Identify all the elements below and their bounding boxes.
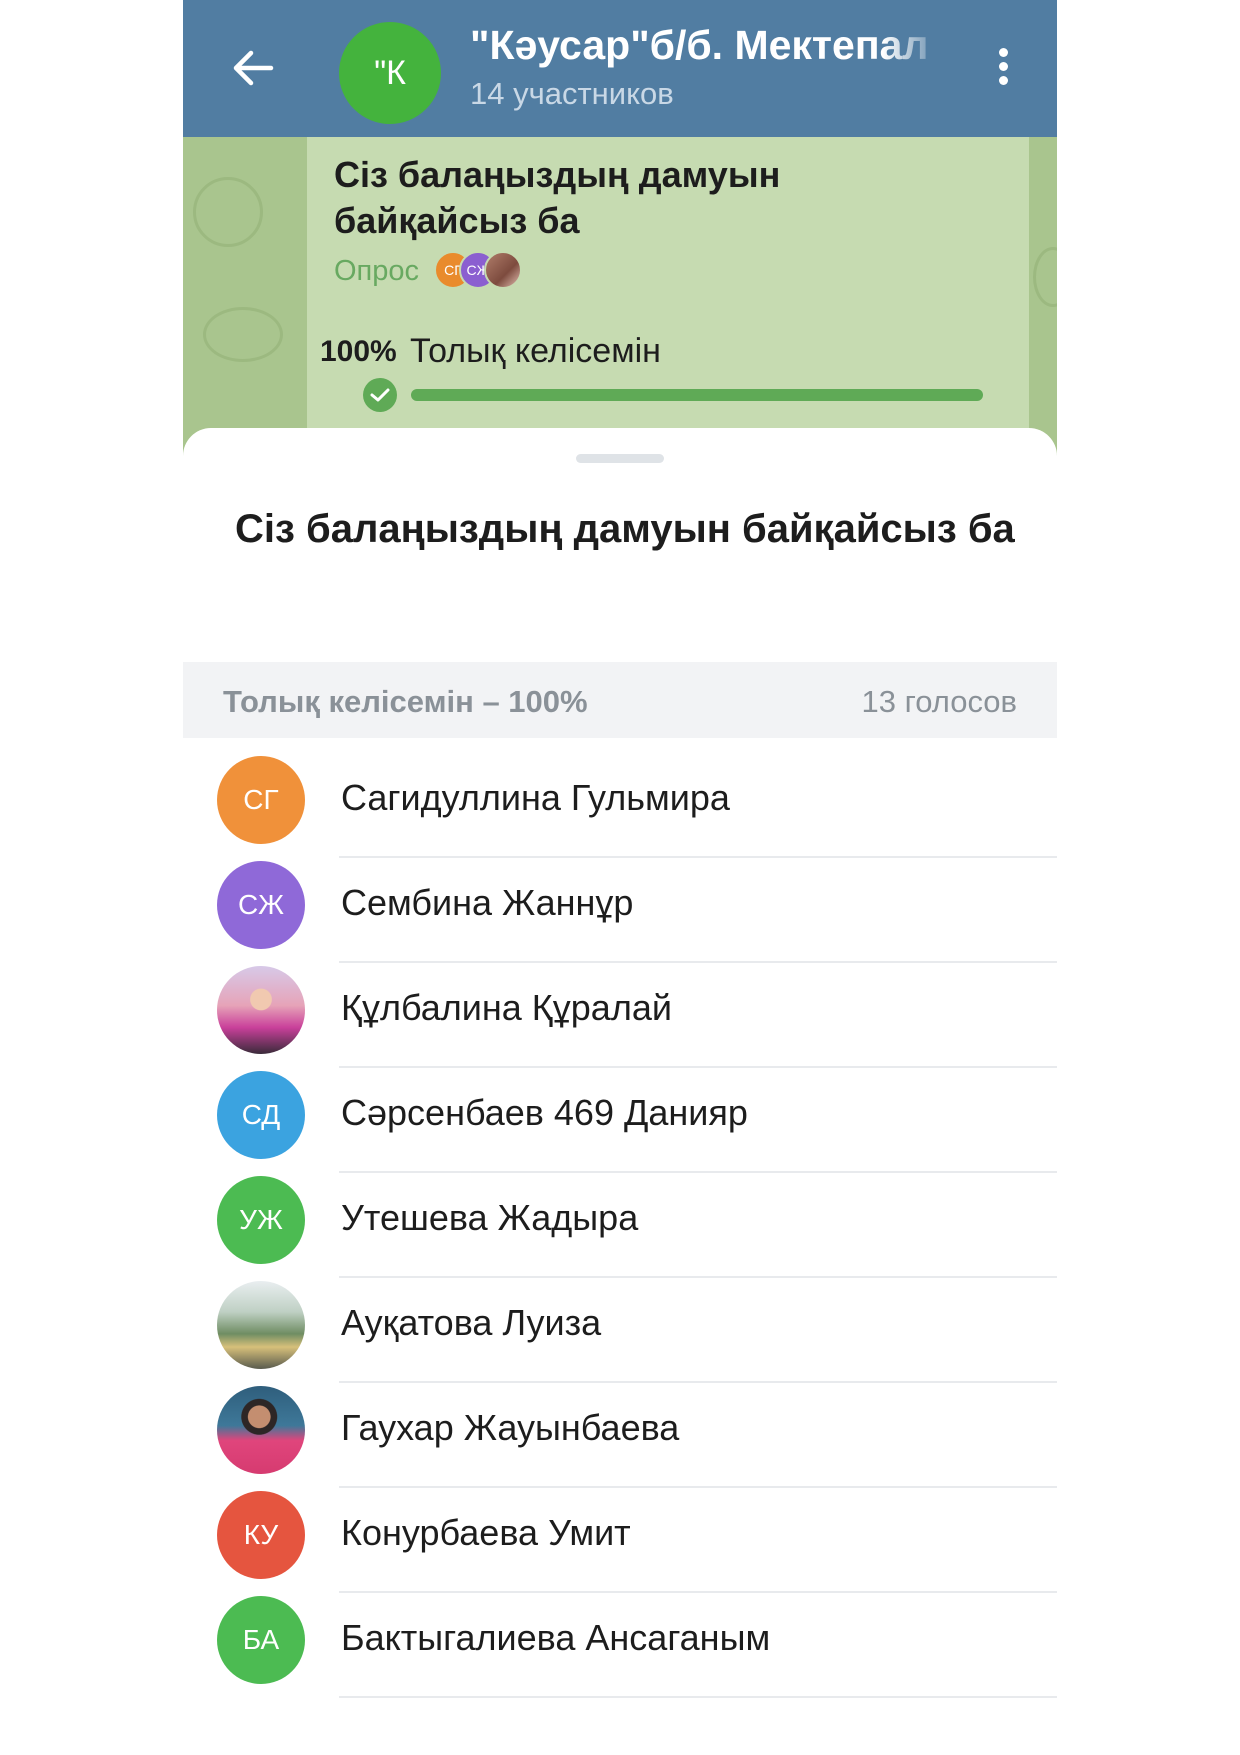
check-icon bbox=[363, 378, 397, 412]
chat-header: "К "Кәусар"б/б. Мектепал 14 участников bbox=[183, 0, 1057, 137]
avatar bbox=[217, 1281, 305, 1369]
voter-name: Сембина Жаннұр bbox=[341, 882, 634, 923]
poll-option-text: Толық келісемін bbox=[410, 332, 661, 370]
sheet-drag-handle[interactable] bbox=[576, 454, 664, 463]
voter-name: Сәрсенбаев 469 Данияр bbox=[341, 1092, 748, 1133]
option-section-header: Толық келісемін – 100% 13 голосов bbox=[183, 662, 1057, 738]
option-vote-count: 13 голосов bbox=[861, 684, 1017, 719]
row-divider bbox=[339, 1696, 1057, 1698]
arrow-left-icon bbox=[233, 50, 274, 86]
group-member-count: 14 участников bbox=[470, 76, 674, 111]
group-avatar[interactable]: "К bbox=[339, 22, 441, 124]
voter-row[interactable]: СД Сәрсенбаев 469 Данияр bbox=[183, 1055, 1057, 1173]
option-section-label: Толық келісемін – 100% bbox=[223, 684, 588, 719]
avatar: СД bbox=[217, 1071, 305, 1159]
voter-name: Құлбалина Құралай bbox=[341, 987, 672, 1028]
voter-name: Сагидуллина Гульмира bbox=[341, 777, 730, 818]
voter-name: Гаухар Жауынбаева bbox=[341, 1407, 680, 1448]
poll-option-percent: 100% bbox=[320, 335, 397, 368]
poll-message-bubble[interactable]: Сіз балаңыздың дамуын байқайсыз ба Опрос… bbox=[307, 137, 1029, 457]
poll-question: Сіз балаңыздың дамуын байқайсыз ба bbox=[334, 154, 781, 241]
avatar bbox=[217, 1386, 305, 1474]
more-menu-button[interactable] bbox=[983, 44, 1023, 94]
voter-mini-avatar-photo bbox=[484, 251, 522, 289]
voter-row[interactable]: Ауқатова Луиза bbox=[183, 1265, 1057, 1383]
voter-row[interactable]: БА Бактыгалиева Ансаганым bbox=[183, 1580, 1057, 1698]
voter-row[interactable]: СГ Сагидуллина Гульмира bbox=[183, 740, 1057, 858]
avatar: БА bbox=[217, 1596, 305, 1684]
wallpaper-doodle bbox=[1033, 247, 1057, 307]
back-button[interactable] bbox=[223, 38, 283, 98]
voter-row[interactable]: УЖ Утешева Жадыра bbox=[183, 1160, 1057, 1278]
wallpaper-doodle bbox=[203, 307, 283, 362]
chat-background: Сіз балаңыздың дамуын байқайсыз ба Опрос… bbox=[183, 137, 1057, 457]
voter-name: Конурбаева Умит bbox=[341, 1512, 631, 1553]
avatar bbox=[217, 966, 305, 1054]
phone-screen: "К "Кәусар"б/б. Мектепал 14 участников С… bbox=[183, 0, 1057, 1755]
voter-row[interactable]: КУ Конурбаева Умит bbox=[183, 1475, 1057, 1593]
poll-results-sheet: Сіз балаңыздың дамуын байқайсыз ба Толық… bbox=[183, 428, 1057, 1755]
voter-name: Утешева Жадыра bbox=[341, 1197, 639, 1238]
sheet-title: Сіз балаңыздың дамуын байқайсыз ба bbox=[235, 507, 1015, 551]
poll-option-bar bbox=[411, 389, 983, 401]
voter-row[interactable]: Гаухар Жауынбаева bbox=[183, 1370, 1057, 1488]
voter-name: Ауқатова Луиза bbox=[341, 1302, 602, 1343]
avatar: СЖ bbox=[217, 861, 305, 949]
more-vertical-icon bbox=[983, 48, 1023, 85]
title-fade bbox=[883, 20, 945, 75]
avatar: УЖ bbox=[217, 1176, 305, 1264]
avatar: СГ bbox=[217, 756, 305, 844]
voter-name: Бактыгалиева Ансаганым bbox=[341, 1617, 771, 1658]
poll-type-label: Опрос bbox=[334, 255, 420, 287]
wallpaper-doodle bbox=[193, 177, 263, 247]
voter-row[interactable]: СЖ Сембина Жаннұр bbox=[183, 845, 1057, 963]
group-title[interactable]: "Кәусар"б/б. Мектепал bbox=[470, 22, 940, 69]
avatar: КУ bbox=[217, 1491, 305, 1579]
voter-row[interactable]: Құлбалина Құралай bbox=[183, 950, 1057, 1068]
